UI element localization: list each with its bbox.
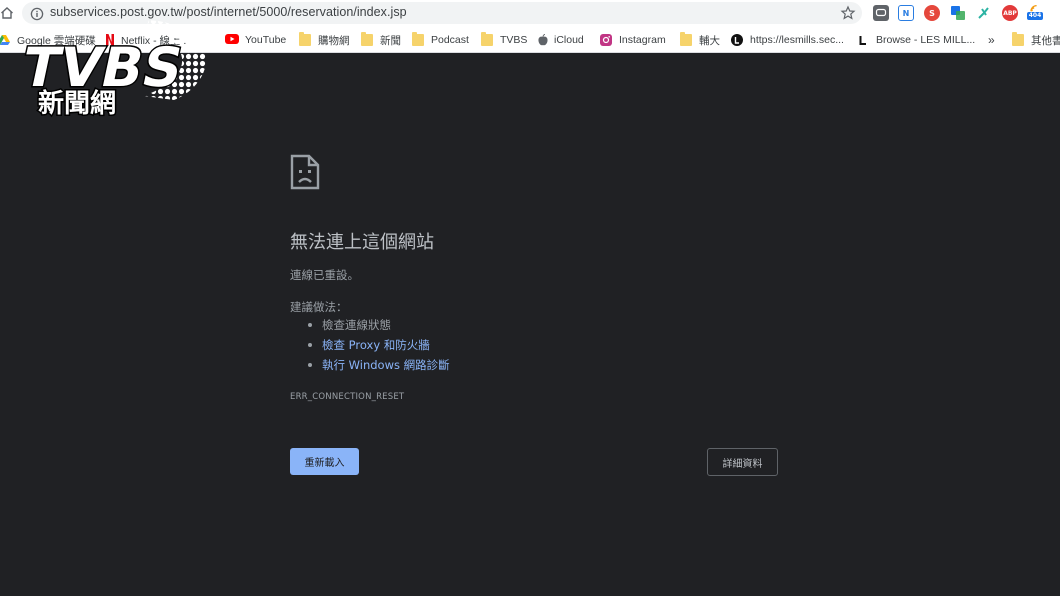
folder-icon [680,32,692,46]
error-message: 連線已重設。 [290,268,359,282]
folder-icon [1012,32,1024,46]
suggestion-check-proxy-link[interactable]: 檢查 Proxy 和防火牆 [306,337,450,357]
folder-icon [412,32,424,46]
translate-extension-icon[interactable] [950,5,966,21]
suggestions-list: 檢查連線狀態 檢查 Proxy 和防火牆 執行 Windows 網路診斷 [306,317,450,377]
bookmark-lesmills-sec[interactable]: https://lesmills.sec... [731,32,844,48]
folder-icon [361,32,373,46]
tool-extension-icon[interactable] [976,5,992,21]
bookmark-instagram[interactable]: Instagram [600,32,666,48]
other-bookmarks[interactable]: 其他書籤 [1012,32,1060,48]
s-extension-icon[interactable]: S [924,5,940,21]
bookmark-folder-podcast[interactable]: Podcast [412,32,469,48]
notion-extension-icon[interactable]: N [898,5,914,21]
suggestions-title: 建議做法： [290,300,348,314]
bookmark-star-icon[interactable] [840,5,856,21]
bookmark-youtube[interactable]: YouTube [225,32,286,48]
adblock-extension-icon[interactable]: ABP [1002,5,1018,21]
apple-icon [538,34,548,46]
tvbs-watermark-logo: TVBS 新聞網 [15,18,214,121]
reload-button[interactable]: 重新載入 [290,448,359,475]
google-drive-icon [0,34,10,46]
folder-icon [481,32,493,46]
details-button[interactable]: 詳細資料 [707,448,778,476]
rss-extension-icon[interactable]: 404 [1026,4,1044,20]
url-text[interactable]: subservices.post.gov.tw/post/internet/50… [50,5,407,19]
suggestion-run-diagnostics-link[interactable]: 執行 Windows 網路診斷 [306,357,450,377]
line-extension-icon[interactable] [873,5,889,21]
suggestion-check-connection: 檢查連線狀態 [306,317,450,337]
error-heading: 無法連上這個網站 [290,232,434,253]
lesmills-icon [731,34,743,46]
error-code: ERR_CONNECTION_RESET [290,392,405,402]
bookmark-folder-tvbs[interactable]: TVBS [481,32,527,48]
instagram-icon [600,34,612,46]
folder-icon [299,32,311,46]
extension-badge: 404 [1026,12,1044,20]
sad-page-icon [290,154,320,190]
bookmark-lesmills-browse[interactable]: Browse - LES MILL... [857,32,975,48]
home-icon[interactable] [0,4,14,22]
watermark-subtitle: 新聞網 [38,88,116,118]
youtube-icon [225,34,239,46]
bookmarks-overflow-button[interactable]: » [988,32,995,48]
bookmark-folder-shopping[interactable]: 購物網 [299,32,350,48]
bookmark-folder-fju[interactable]: 輔大 [680,32,720,48]
lesmills-icon [857,34,869,46]
bookmark-folder-news[interactable]: 新聞 [361,32,401,48]
bookmark-icloud[interactable]: iCloud [538,32,584,48]
